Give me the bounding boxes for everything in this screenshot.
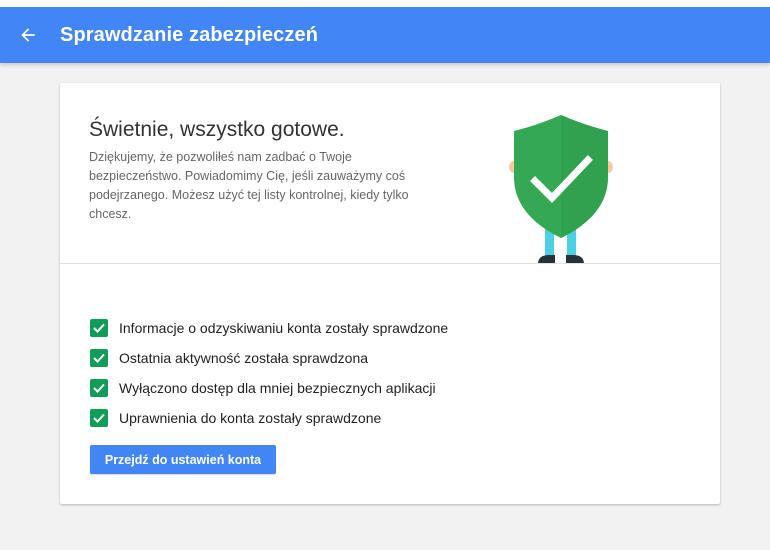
list-item: Uprawnienia do konta zostały sprawdzone — [90, 403, 448, 433]
checked-checkbox-icon[interactable] — [90, 349, 108, 367]
section-divider — [60, 263, 720, 264]
checklist-item-label: Wyłączono dostęp dla mniej bezpiecznych … — [119, 380, 436, 396]
list-item: Ostatnia aktywność została sprawdzona — [90, 343, 448, 373]
checklist-item-label: Uprawnienia do konta zostały sprawdzone — [119, 410, 382, 426]
success-description: Dziękujemy, że pozwoliłeś nam zadbać o T… — [89, 150, 409, 221]
success-hero: Świetnie, wszystko gotowe. Dziękujemy, ż… — [60, 83, 720, 264]
security-check-card: Świetnie, wszystko gotowe. Dziękujemy, ż… — [60, 83, 720, 504]
checklist-item-label: Ostatnia aktywność została sprawdzona — [119, 350, 369, 366]
checked-checkbox-icon[interactable] — [90, 379, 108, 397]
checked-checkbox-icon[interactable] — [90, 319, 108, 337]
arrow-left-icon — [21, 28, 35, 42]
back-button[interactable] — [0, 7, 56, 63]
page-title: Sprawdzanie zabezpieczeń — [60, 23, 319, 46]
shield-check-character-icon — [509, 115, 613, 264]
list-item: Wyłączono dostęp dla mniej bezpiecznych … — [90, 373, 448, 403]
checklist-item-label: Informacje o odzyskiwaniu konta zostały … — [119, 320, 449, 336]
account-settings-button[interactable]: Przejdź do ustawień konta — [90, 445, 276, 474]
list-item: Informacje o odzyskiwaniu konta zostały … — [90, 313, 448, 343]
app-header: Sprawdzanie zabezpieczeń — [0, 7, 770, 63]
checked-checkbox-icon[interactable] — [90, 409, 108, 427]
security-checklist: Informacje o odzyskiwaniu konta zostały … — [90, 313, 448, 433]
success-heading: Świetnie, wszystko gotowe. — [89, 118, 345, 141]
top-strip — [0, 0, 770, 7]
